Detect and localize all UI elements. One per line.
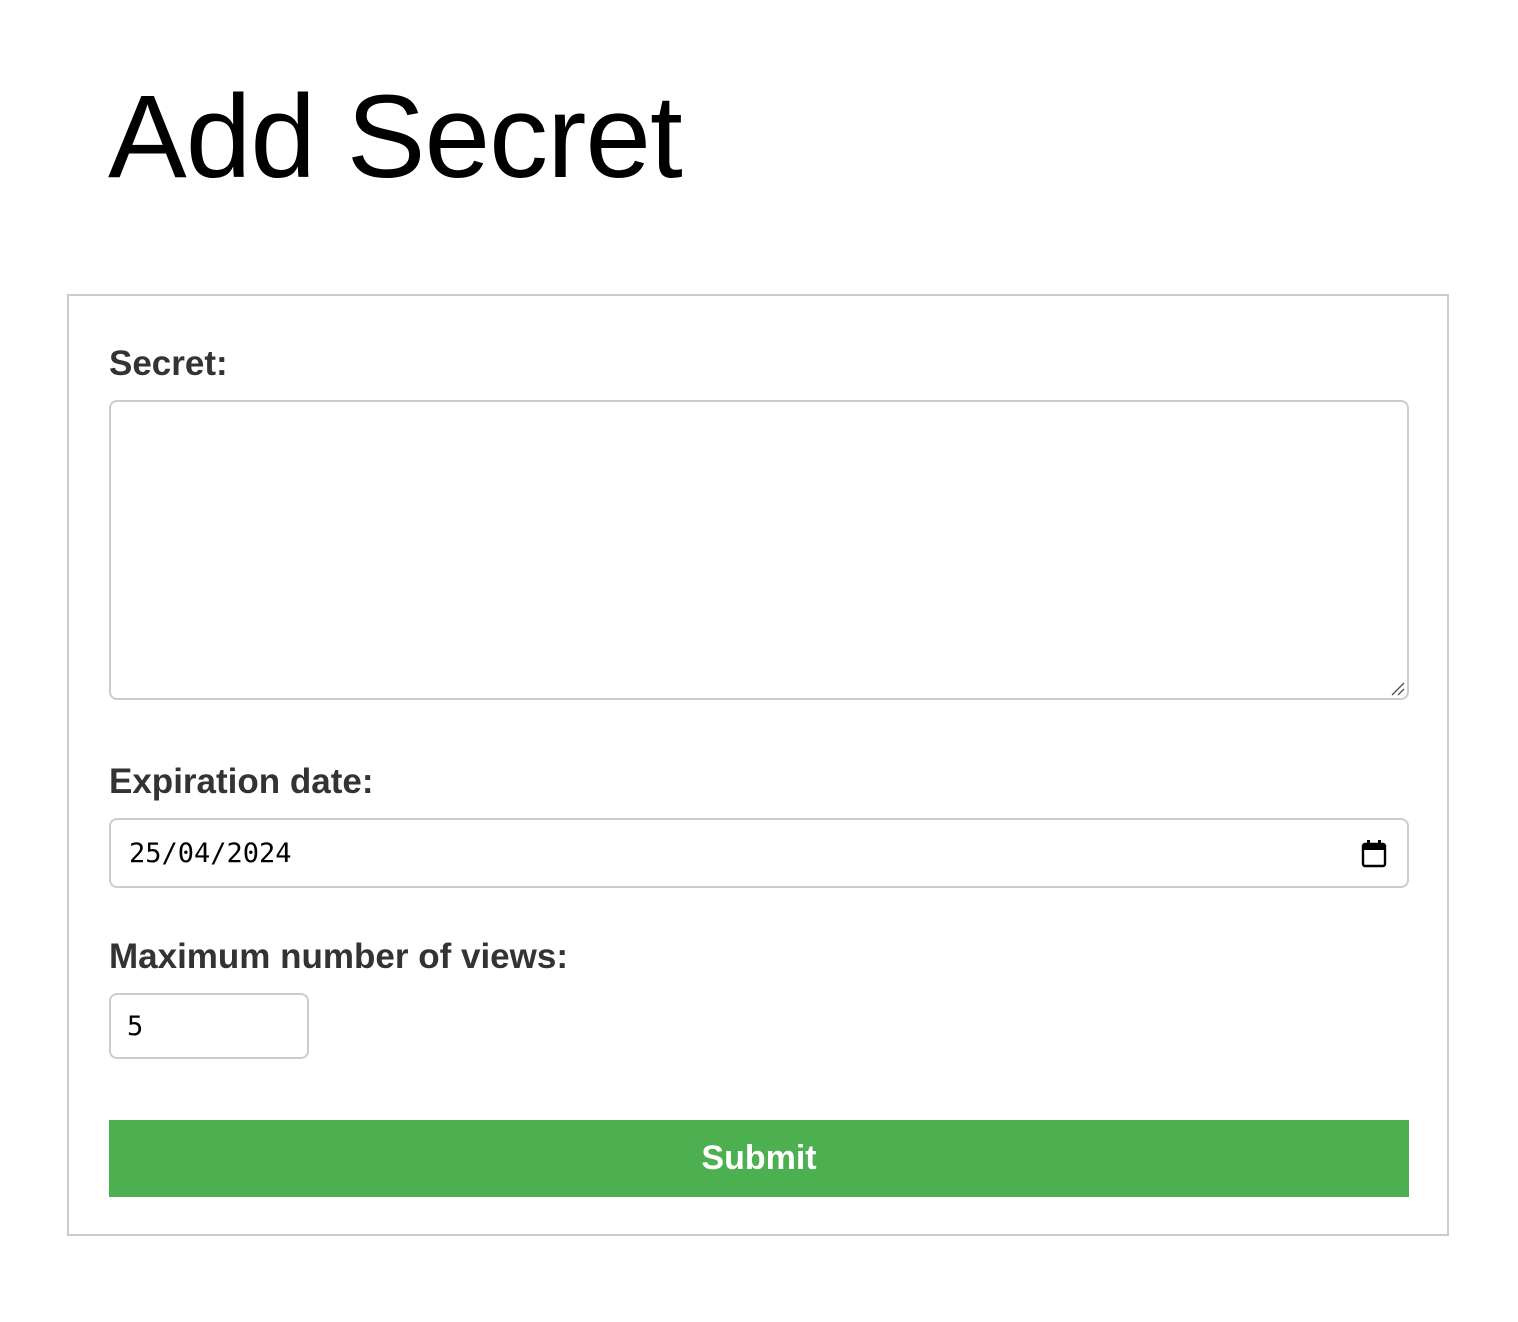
submit-button[interactable]: Submit	[109, 1120, 1409, 1197]
max-views-input[interactable]	[109, 993, 309, 1059]
expiration-date-input[interactable]: 25/04/2024	[109, 818, 1409, 888]
expiration-date-label: Expiration date:	[109, 762, 374, 801]
expiration-date-value[interactable]: 25/04/2024	[129, 834, 292, 874]
page-title: Add Secret	[108, 71, 683, 203]
add-secret-form: Secret: Expiration date: 25/04/2024 Maxi…	[67, 294, 1449, 1236]
secret-label: Secret:	[109, 344, 228, 383]
calendar-icon[interactable]	[1361, 840, 1387, 868]
secret-textarea[interactable]	[109, 400, 1409, 700]
max-views-label: Maximum number of views:	[109, 937, 568, 976]
